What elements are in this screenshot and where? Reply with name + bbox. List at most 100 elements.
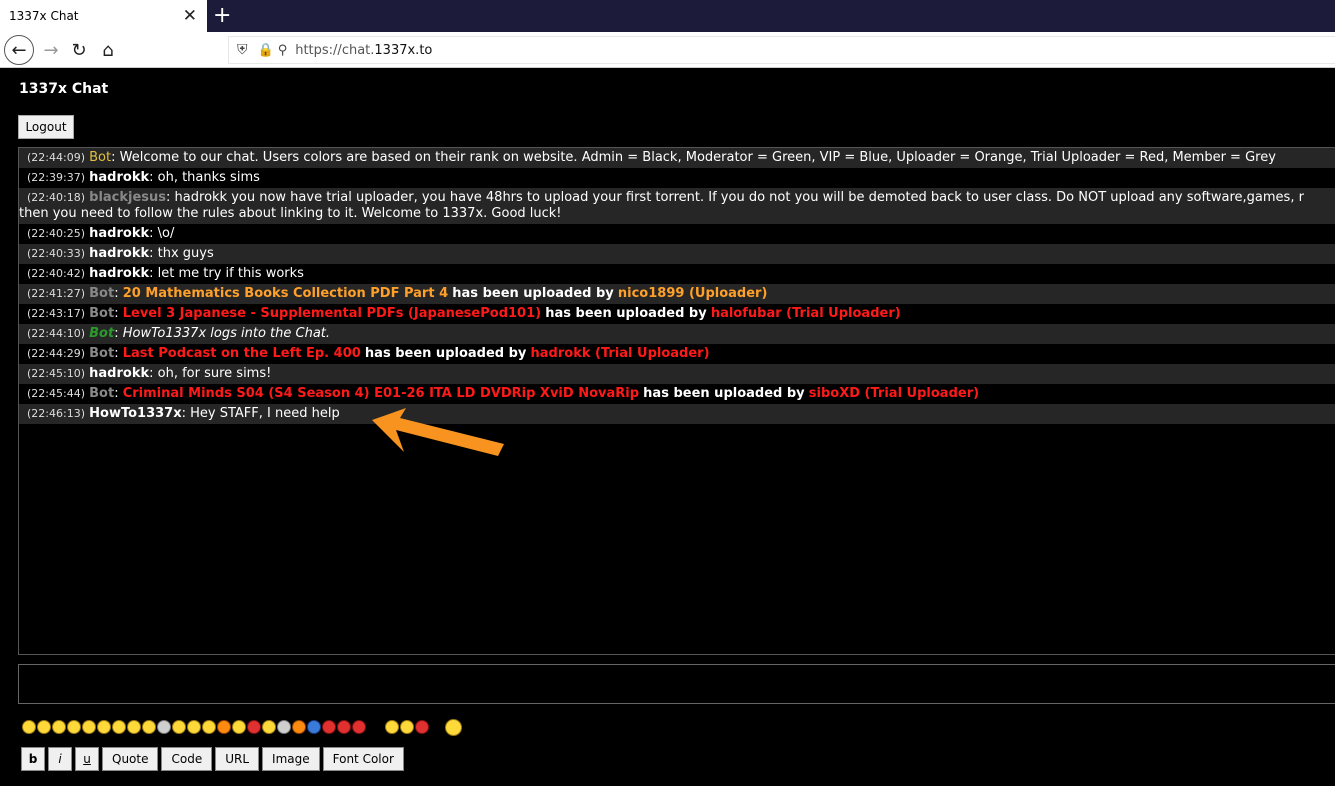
wink-emoticon-icon[interactable] [52, 720, 66, 734]
message-username[interactable]: Bot [89, 286, 114, 301]
message-timestamp: (22:40:33) [27, 247, 85, 260]
torrent-title-link[interactable]: Last Podcast on the Left Ep. 400 [123, 346, 361, 361]
laugh-emoticon-icon[interactable] [127, 720, 141, 734]
smile-emoticon-icon[interactable] [22, 720, 36, 734]
home-icon[interactable]: ⌂ [95, 38, 121, 62]
quote-button[interactable]: Quote [102, 747, 159, 771]
forward-arrow-icon[interactable]: → [38, 38, 64, 62]
annotation-arrow-icon [372, 408, 504, 456]
no-entry-icon[interactable] [322, 720, 336, 734]
santa-emoticon-icon[interactable] [415, 720, 429, 734]
nerd-emoticon-icon[interactable] [142, 720, 156, 734]
confused-emoticon-icon[interactable] [157, 720, 171, 734]
sad-emoticon-icon[interactable] [37, 720, 51, 734]
uploader-link[interactable]: halofubar (Trial Uploader) [711, 306, 901, 321]
message-text: Hey STAFF, I need help [190, 406, 340, 421]
message-text-continued: then you need to follow the rules about … [19, 206, 562, 221]
message-timestamp: (22:46:13) [27, 407, 85, 420]
message-text: \o/ [157, 226, 175, 241]
key-icon[interactable]: ⚲ [278, 43, 288, 58]
chat-message: (22:44:29) Bot: Last Podcast on the Left… [27, 346, 710, 361]
message-username[interactable]: Bot [89, 150, 111, 165]
message-username[interactable]: Bot [89, 386, 114, 401]
message-username[interactable]: HowTo1337x [89, 406, 181, 421]
browser-tab[interactable]: 1337x Chat ✕ [0, 0, 207, 32]
group-smile-emoticon-icon[interactable] [400, 720, 414, 734]
back-arrow-icon[interactable]: ← [4, 35, 34, 65]
monkey-emoticon-icon[interactable] [262, 720, 276, 734]
message-text: Welcome to our chat. Users colors are ba… [119, 150, 1276, 165]
reload-icon[interactable]: ↻ [66, 38, 92, 62]
heart-icon[interactable] [352, 720, 366, 734]
chat-message: (22:40:42) hadrokk: let me try if this w… [27, 266, 304, 281]
torrent-title-link[interactable]: Level 3 Japanese - Supplemental PDFs (Ja… [123, 306, 541, 321]
neutral-emoticon-icon[interactable] [97, 720, 111, 734]
shield-icon[interactable]: ⛨ [237, 42, 248, 58]
surprised-emoticon-icon[interactable] [112, 720, 126, 734]
torrent-title-link[interactable]: Criminal Minds S04 (S4 Season 4) E01-26 … [123, 386, 639, 401]
grin-emoticon-icon[interactable] [82, 720, 96, 734]
question-icon[interactable] [307, 720, 321, 734]
address-bar[interactable]: ⛨ 🔒 ⚲ https://chat.1337x.to [228, 36, 1335, 64]
browser-nav-bar: ← → ↻ ⌂ ⛨ 🔒 ⚲ https://chat.1337x.to [0, 32, 1335, 68]
uploader-link[interactable]: hadrokk (Trial Uploader) [531, 346, 710, 361]
logout-button[interactable]: Logout [18, 115, 74, 139]
chat-message: (22:45:44) Bot: Criminal Minds S04 (S4 S… [27, 386, 980, 401]
warning-icon[interactable] [337, 720, 351, 734]
lightbulb-emoticon-icon[interactable] [277, 720, 291, 734]
cry-emoticon-icon[interactable] [202, 720, 216, 734]
chat-message: (22:40:25) hadrokk: \o/ [27, 226, 175, 241]
message-input[interactable] [18, 664, 1335, 704]
uploader-link[interactable]: siboXD (Trial Uploader) [809, 386, 979, 401]
message-username[interactable]: hadrokk [89, 170, 149, 185]
chat-log[interactable]: (22:44:09) Bot: Welcome to our chat. Use… [18, 147, 1335, 655]
message-username[interactable]: Bot [89, 346, 114, 361]
blush-emoticon-icon[interactable] [232, 720, 246, 734]
message-timestamp: (22:44:10) [27, 327, 85, 340]
message-username[interactable]: hadrokk [89, 246, 149, 261]
wave-emoticon-icon[interactable] [445, 718, 462, 736]
url-button[interactable]: URL [215, 747, 260, 771]
message-text: has been uploaded by [364, 346, 527, 361]
torrent-title-link[interactable]: 20 Mathematics Books Collection PDF Part… [123, 286, 448, 301]
lock-icon[interactable]: 🔒 [258, 43, 274, 58]
uploader-link[interactable]: nico1899 (Uploader) [618, 286, 768, 301]
message-text: hadrokk you now have trial uploader, you… [174, 190, 1304, 205]
tongue-emoticon-icon[interactable] [67, 720, 81, 734]
group-laugh-emoticon-icon[interactable] [385, 720, 399, 734]
bold-button[interactable]: b [21, 747, 45, 771]
message-timestamp: (22:44:09) [27, 151, 85, 164]
italic-button[interactable]: i [48, 747, 72, 771]
message-username[interactable]: Bot [89, 326, 114, 341]
cool-emoticon-icon[interactable] [172, 720, 186, 734]
message-username[interactable]: blackjesus [89, 190, 166, 205]
chat-message: (22:43:17) Bot: Level 3 Japanese - Suppl… [27, 306, 901, 321]
code-button[interactable]: Code [161, 747, 213, 771]
browser-tab-bar: 1337x Chat ✕ + [0, 0, 1335, 32]
message-username[interactable]: hadrokk [89, 226, 149, 241]
underline-button[interactable]: u [75, 747, 99, 771]
font-color-button[interactable]: Font Color [322, 747, 404, 771]
rolleyes-emoticon-icon[interactable] [187, 720, 201, 734]
devil-emoticon-icon[interactable] [247, 720, 261, 734]
format-toolbar: b i u Quote Code URL Image Font Color [21, 747, 407, 771]
chat-message: (22:41:27) Bot: 20 Mathematics Books Col… [19, 284, 1335, 304]
message-username[interactable]: Bot [89, 306, 114, 321]
message-timestamp: (22:39:37) [27, 171, 85, 184]
message-username[interactable]: hadrokk [89, 266, 149, 281]
message-timestamp: (22:40:42) [27, 267, 85, 280]
message-timestamp: (22:40:18) [27, 191, 85, 204]
chat-message: (22:39:37) hadrokk: oh, thanks sims [27, 170, 260, 185]
exclamation-icon[interactable] [292, 720, 306, 734]
message-username[interactable]: hadrokk [89, 366, 149, 381]
emoticon-bar [22, 718, 463, 736]
close-tab-icon[interactable]: ✕ [183, 6, 197, 26]
new-tab-icon[interactable]: + [213, 3, 231, 28]
message-text: thx guys [157, 246, 214, 261]
message-text: let me try if this works [157, 266, 304, 281]
shock-emoticon-icon[interactable] [217, 720, 231, 734]
message-text: HowTo1337x logs into the Chat. [122, 326, 331, 341]
chat-message: (22:40:18) blackjesus: hadrokk you now h… [19, 188, 1335, 224]
image-button[interactable]: Image [262, 747, 320, 771]
url-text: https://chat.1337x.to [295, 42, 433, 58]
